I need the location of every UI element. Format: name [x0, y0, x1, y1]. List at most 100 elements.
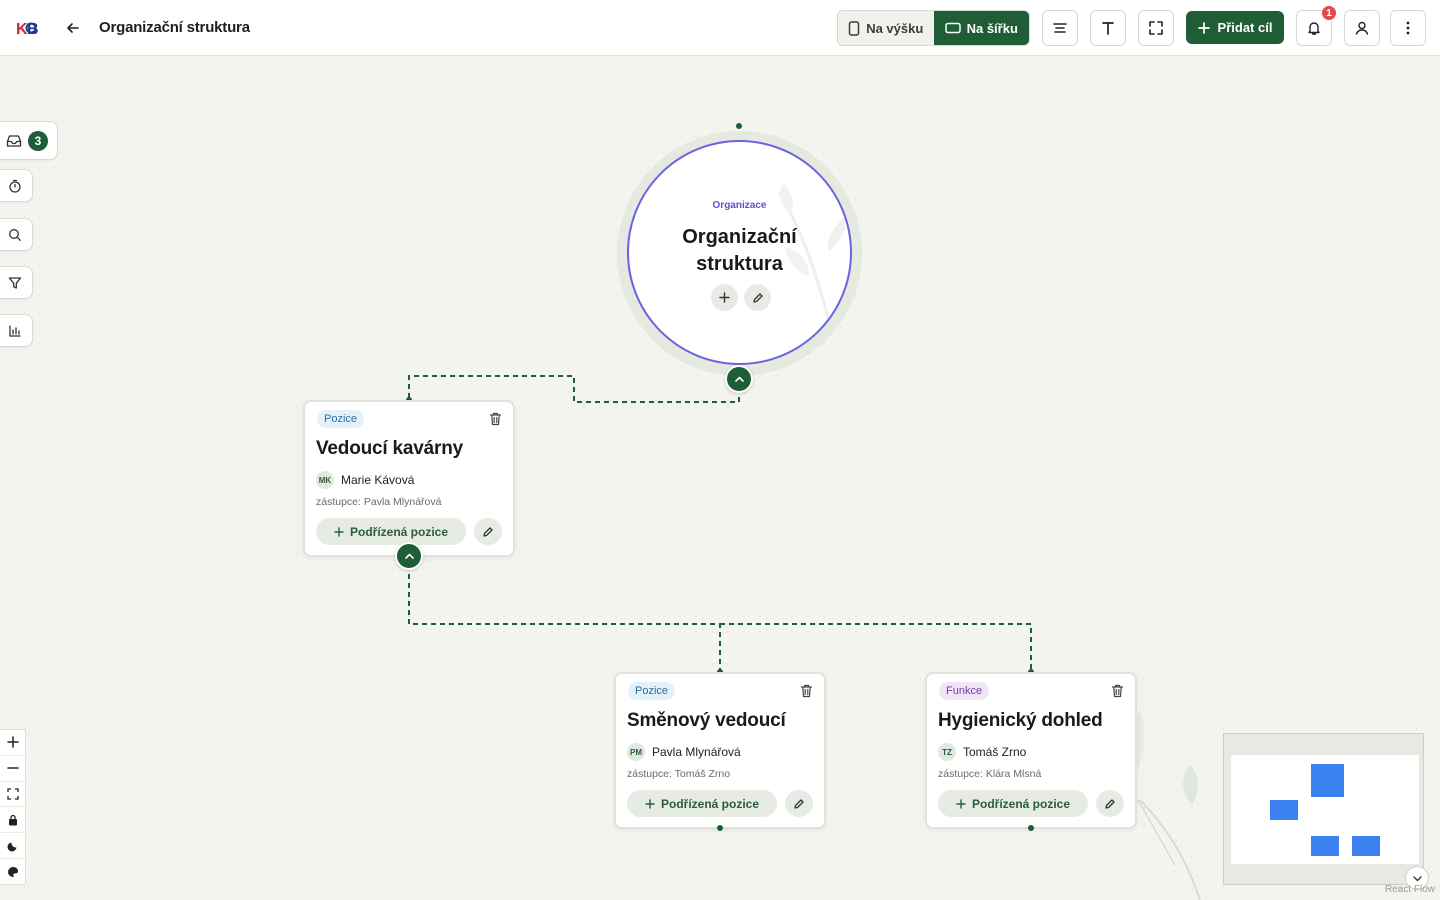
card-title: Směnový vedoucí	[627, 710, 786, 731]
minimap[interactable]	[1223, 733, 1424, 885]
trash-icon[interactable]	[1109, 683, 1125, 699]
org-edit-button[interactable]	[744, 284, 771, 311]
profile-button[interactable]	[1344, 10, 1380, 46]
stopwatch-icon	[8, 179, 21, 193]
position-card-vedouci[interactable]: Pozice Vedoucí kavárny MK Marie Kávová z…	[303, 400, 515, 557]
lock-button[interactable]	[0, 807, 25, 834]
company-logo: K B	[16, 21, 39, 38]
inbox-icon	[6, 134, 22, 147]
add-subordinate-button[interactable]: Podřízená pozice	[627, 790, 777, 817]
pencil-icon	[1105, 798, 1115, 809]
inbox-button[interactable]: 3	[0, 121, 58, 160]
person-name: Pavla Mlynářová	[652, 745, 741, 759]
back-arrow-icon[interactable]	[62, 17, 84, 39]
plus-icon	[645, 798, 655, 809]
edge-org-to-vedouci	[408, 375, 740, 403]
edge-vedouci-to-smenovy	[408, 556, 721, 672]
more-menu-button[interactable]	[1390, 10, 1426, 46]
avatar: PM	[627, 743, 645, 761]
kebab-menu-icon	[1406, 21, 1410, 35]
org-collapse-button[interactable]	[725, 365, 753, 393]
fit-view-icon	[6, 788, 19, 800]
top-bar: K B Organizační struktura Na výšku Na ší…	[0, 0, 1440, 56]
bell-icon	[1308, 22, 1320, 35]
search-icon	[8, 228, 21, 241]
pencil-icon	[483, 526, 493, 537]
card-3-bottom-handle[interactable]	[1028, 825, 1034, 831]
notification-badge: 1	[1321, 5, 1337, 21]
function-card-hygienicky[interactable]: Funkce Hygienický dohled TZ Tomáš Zrno z…	[925, 672, 1137, 829]
statistics-button[interactable]	[0, 314, 33, 347]
portrait-label: Na výšku	[866, 20, 924, 36]
avatar: MK	[316, 471, 334, 489]
card-type-tag: Funkce	[939, 682, 990, 700]
add-goal-button[interactable]: Přidat cíl	[1186, 11, 1284, 44]
position-card-smenovy[interactable]: Pozice Směnový vedoucí PM Pavla Mlynářov…	[614, 672, 826, 829]
minimap-node-hygienicky	[1352, 836, 1380, 856]
add-subordinate-label: Podřízená pozice	[349, 524, 449, 539]
pencil-icon	[794, 798, 804, 809]
card-2-bottom-handle[interactable]	[717, 825, 723, 831]
person-name: Tomáš Zrno	[963, 745, 1027, 759]
org-title-line-1: Organizační	[682, 226, 797, 248]
card-1-collapse-button[interactable]	[395, 542, 423, 570]
org-type-label: Organizace	[712, 200, 767, 211]
org-top-handle[interactable]	[736, 123, 742, 129]
timer-button[interactable]	[0, 169, 33, 202]
card-edit-button[interactable]	[1096, 790, 1124, 817]
card-edit-button[interactable]	[785, 790, 813, 817]
add-goal-label: Přidat cíl	[1217, 20, 1273, 35]
plus-icon	[956, 798, 966, 809]
plus-icon	[6, 736, 19, 749]
user-icon	[1355, 21, 1369, 35]
trash-icon[interactable]	[487, 411, 503, 427]
plus-icon	[334, 526, 344, 537]
minus-icon	[6, 767, 19, 769]
trash-icon[interactable]	[798, 683, 814, 699]
add-subordinate-button[interactable]: Podřízená pozice	[316, 518, 466, 545]
org-node[interactable]: Organizace Organizační struktura	[627, 140, 852, 365]
minimap-node-vedouci	[1270, 800, 1298, 820]
card-edit-button[interactable]	[474, 518, 502, 545]
org-add-button[interactable]	[711, 284, 738, 311]
react-flow-attribution[interactable]: React Flow	[1385, 884, 1435, 895]
align-button[interactable]	[1042, 10, 1078, 46]
filter-icon	[8, 276, 21, 289]
theme-button[interactable]	[0, 859, 25, 884]
fullscreen-button[interactable]	[1138, 10, 1174, 46]
dark-mode-button[interactable]	[0, 833, 25, 860]
card-person: PM Pavla Mlynářová	[627, 743, 741, 761]
card-title: Hygienický dohled	[938, 710, 1103, 731]
fit-view-button[interactable]	[0, 782, 25, 808]
org-title-line-2: struktura	[696, 253, 783, 275]
edge-vedouci-to-hygienicky	[720, 623, 1032, 672]
lock-icon	[8, 814, 17, 826]
card-person: TZ Tomáš Zrno	[938, 743, 1026, 761]
org-title: Organizační struktura	[629, 224, 850, 278]
search-button[interactable]	[0, 218, 33, 251]
inbox-count: 3	[28, 130, 48, 151]
zoom-out-button[interactable]	[0, 756, 25, 782]
card-type-tag: Pozice	[628, 682, 676, 700]
bar-chart-icon	[8, 324, 21, 337]
page-title: Organizační struktura	[99, 19, 250, 36]
person-name: Marie Kávová	[341, 473, 415, 487]
minimap-node-org	[1311, 764, 1344, 797]
chevron-up-icon	[734, 376, 744, 382]
add-subordinate-label: Podřízená pozice	[660, 796, 760, 811]
minimap-viewport	[1231, 755, 1419, 864]
moon-icon	[7, 842, 16, 852]
text-button[interactable]	[1090, 10, 1126, 46]
add-subordinate-button[interactable]: Podřízená pozice	[938, 790, 1088, 817]
card-type-tag: Pozice	[317, 410, 365, 428]
filter-button[interactable]	[0, 266, 33, 299]
portrait-button[interactable]: Na výšku	[838, 11, 934, 45]
card-person: MK Marie Kávová	[316, 471, 414, 489]
landscape-button[interactable]: Na šířku	[933, 11, 1029, 45]
landscape-label: Na šířku	[966, 20, 1018, 36]
plus-icon	[719, 292, 730, 303]
zoom-in-button[interactable]	[0, 730, 25, 756]
add-subordinate-label: Podřízená pozice	[971, 796, 1071, 811]
leaf-decoration	[1131, 710, 1201, 900]
card-deputy: zástupce: Tomáš Zrno	[627, 768, 731, 780]
